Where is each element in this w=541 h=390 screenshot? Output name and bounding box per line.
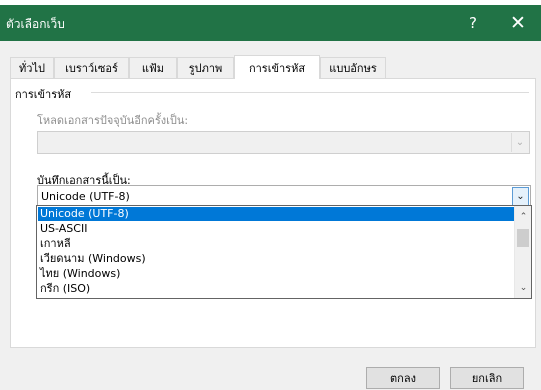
chevron-down-icon: ⌄	[511, 133, 528, 152]
reload-encoding-select: ⌄	[37, 131, 530, 154]
dialog-title: ตัวเลือกเว็บ	[6, 17, 65, 31]
reload-label: โหลดเอกสารปัจจุบันอีกครั้งเป็น:	[37, 114, 189, 127]
encoding-option[interactable]: กรีก (ISO)	[38, 282, 514, 296]
close-button[interactable]: ✕	[495, 5, 541, 41]
dropdown-scrollbar[interactable]: ⌃ ⌄	[514, 206, 531, 298]
tab-encoding[interactable]: การเข้ารหัส	[234, 55, 320, 79]
tab-browsers[interactable]: เบราว์เซอร์	[54, 57, 129, 78]
tab-pictures[interactable]: รูปภาพ	[177, 57, 234, 78]
encoding-option[interactable]: Unicode (UTF-8)	[38, 207, 514, 221]
encoding-option[interactable]: เกาหลี	[38, 237, 514, 251]
group-divider	[91, 92, 529, 93]
cancel-button[interactable]: ยกเลิก	[450, 367, 524, 389]
encoding-option[interactable]: เวียดนาม (Windows)	[38, 252, 514, 266]
tab-fonts[interactable]: แบบอักษร	[320, 57, 386, 78]
encoding-option[interactable]: ไทย (Windows)	[38, 267, 514, 281]
save-encoding-value: Unicode (UTF-8)	[41, 190, 130, 203]
chevron-down-icon[interactable]: ⌄	[512, 187, 529, 206]
tab-files[interactable]: แฟ้ม	[129, 57, 177, 78]
web-options-dialog: ตัวเลือกเว็บ ? ✕ ทั่วไป เบราว์เซอร์ แฟ้ม…	[0, 5, 541, 390]
encoding-option[interactable]: US-ASCII	[38, 222, 514, 236]
title-bar[interactable]: ตัวเลือกเว็บ ? ✕	[0, 5, 541, 41]
scroll-down-icon[interactable]: ⌄	[515, 279, 532, 296]
encoding-group-title: การเข้ารหัส	[15, 88, 72, 101]
help-button[interactable]: ?	[450, 5, 496, 41]
scroll-up-icon[interactable]: ⌃	[515, 208, 532, 225]
encoding-dropdown-list[interactable]: Unicode (UTF-8) US-ASCII เกาหลี เวียดนาม…	[36, 205, 532, 299]
ok-button[interactable]: ตกลง	[366, 367, 440, 389]
tab-general[interactable]: ทั่วไป	[10, 57, 54, 78]
scroll-thumb[interactable]	[517, 229, 529, 247]
